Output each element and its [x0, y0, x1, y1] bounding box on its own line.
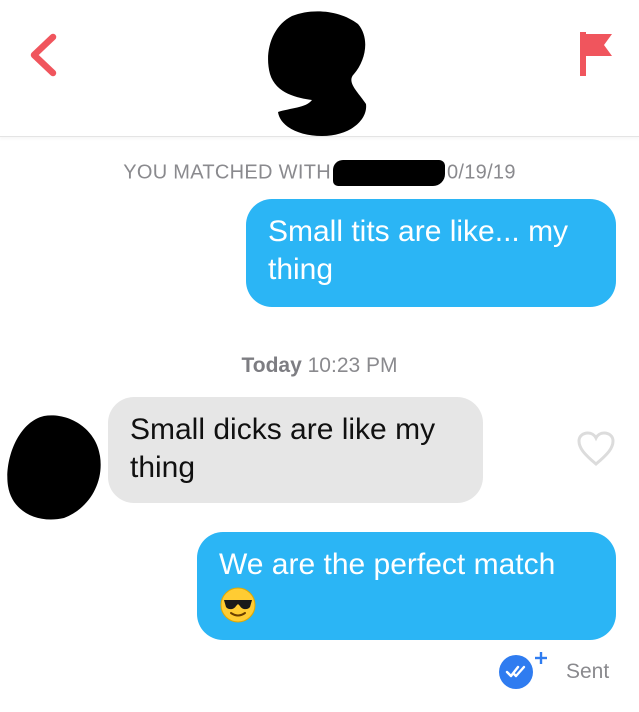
- flag-icon: [580, 32, 612, 76]
- match-info: YOU MATCHED WITH 0/19/19: [0, 160, 639, 186]
- message-text: We are the perfect match: [219, 548, 556, 581]
- message-text: Small tits are like... my thing: [268, 215, 569, 286]
- match-avatar-redacted[interactable]: [262, 8, 374, 138]
- message-bubble-received[interactable]: Small dicks are like my thing: [108, 397, 483, 503]
- redacted-name: [332, 160, 445, 186]
- timestamp-time: 10:23 PM: [307, 354, 398, 377]
- like-message-button[interactable]: [576, 430, 616, 468]
- double-check-icon: [499, 652, 547, 689]
- sunglasses-emoji-icon: [219, 586, 257, 624]
- chevron-left-icon: [30, 33, 57, 77]
- sent-status: Sent: [566, 660, 610, 683]
- heart-icon: [577, 431, 615, 466]
- message-text: Small dicks are like my thing: [130, 413, 436, 484]
- chat-header: [0, 0, 639, 137]
- report-flag-button[interactable]: [578, 30, 614, 78]
- read-receipt: [498, 650, 552, 692]
- timestamp-day: Today: [241, 354, 302, 377]
- message-bubble-sent[interactable]: We are the perfect match: [197, 532, 616, 640]
- sender-avatar-redacted[interactable]: [4, 412, 104, 522]
- back-button[interactable]: [26, 32, 66, 78]
- match-label: YOU MATCHED WITH: [123, 161, 331, 184]
- message-bubble-sent[interactable]: Small tits are like... my thing: [246, 199, 616, 307]
- message-timestamp: Today 10:23 PM: [0, 354, 639, 378]
- match-date: 0/19/19: [446, 161, 516, 184]
